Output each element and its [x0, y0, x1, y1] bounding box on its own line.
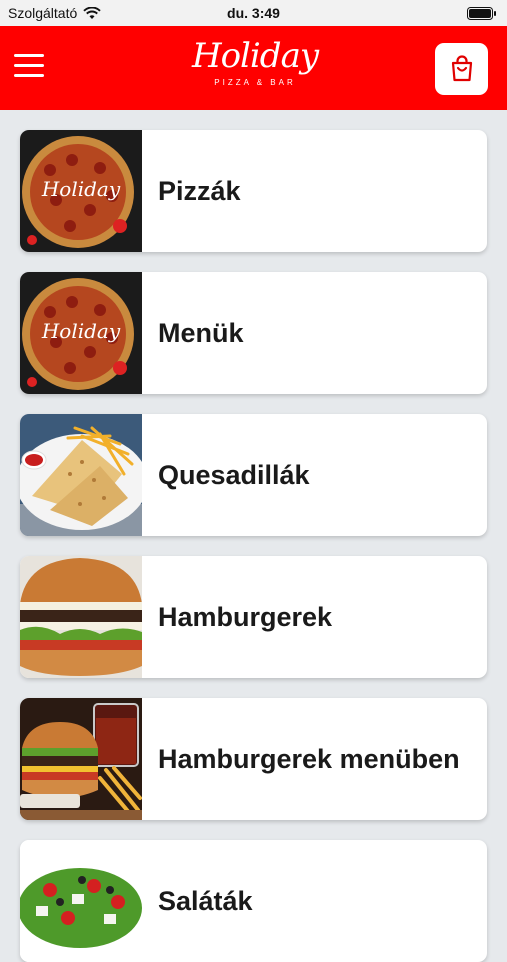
category-label: Pizzák [158, 175, 241, 206]
category-card-hamburgerek-menuben[interactable]: Hamburgerek menüben [20, 698, 487, 820]
menu-line [14, 64, 44, 67]
category-card-quesadillak[interactable]: Quesadillák [20, 414, 487, 536]
burger-menu-image [20, 698, 142, 820]
menu-line [14, 54, 44, 57]
category-card-menuk[interactable]: Holiday Menük [20, 272, 487, 394]
clock: du. 3:49 [227, 5, 280, 21]
category-label: Hamburgerek menüben [158, 743, 460, 774]
shopping-bag-button[interactable] [435, 43, 488, 95]
menu-line [14, 74, 44, 77]
logo-subtitle: PIZZA & BAR [214, 78, 296, 87]
app-header: Holiday PIZZA & BAR [0, 26, 507, 110]
category-card-hamburgerek[interactable]: Hamburgerek [20, 556, 487, 678]
svg-text:Holiday: Holiday [41, 177, 121, 201]
quesadilla-image [20, 414, 142, 536]
svg-text:Holiday: Holiday [41, 319, 121, 343]
pizza-image: Holiday [20, 130, 142, 252]
battery-icon [467, 7, 496, 20]
burger-image [20, 556, 142, 678]
category-label: Menük [158, 317, 244, 348]
category-label: Saláták [158, 885, 253, 916]
shopping-bag-icon [451, 55, 472, 82]
category-card-pizzak[interactable]: Holiday Pizzák [20, 130, 487, 252]
category-card-salatak[interactable]: Saláták [20, 840, 487, 962]
hamburger-menu-button[interactable] [14, 54, 48, 82]
category-label: Hamburgerek [158, 601, 333, 632]
category-label: Quesadillák [158, 459, 310, 490]
holiday-logo[interactable]: Holiday PIZZA & BAR [190, 36, 320, 100]
logo-text: Holiday [191, 36, 319, 76]
status-bar: Szolgáltató du. 3:49 [0, 0, 507, 26]
pizza-image: Holiday [20, 272, 142, 394]
salad-image [20, 840, 142, 962]
